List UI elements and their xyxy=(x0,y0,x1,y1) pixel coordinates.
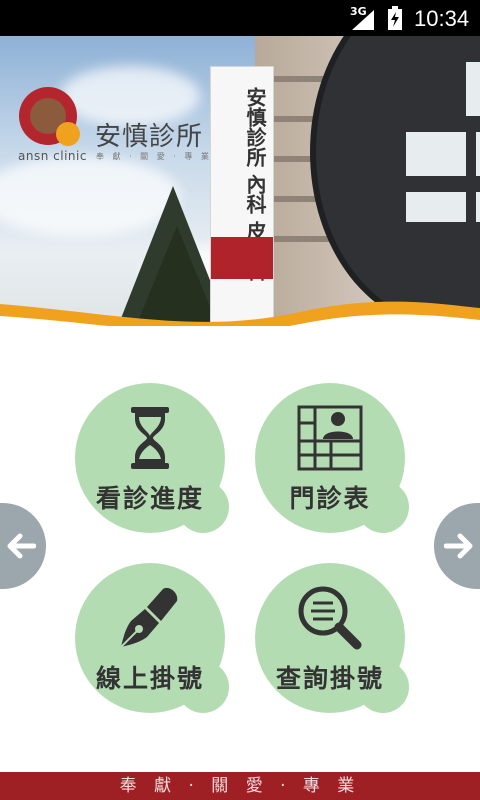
schedule-button[interactable]: 門診表 xyxy=(255,383,409,533)
query-registration-label: 查詢掛號 xyxy=(275,664,384,693)
query-registration-button[interactable]: 查詢掛號 xyxy=(255,563,409,713)
next-page-button[interactable] xyxy=(434,503,480,589)
brand-tagline: 奉 獻 · 關 愛 · 專 業 xyxy=(96,152,212,161)
status-bar: 3G 10:34 xyxy=(0,0,480,36)
magnifier-icon xyxy=(298,586,362,650)
logo-text: ansn clinic xyxy=(18,149,87,163)
footer-tagline: 奉 獻 · 關 愛 · 專 業 xyxy=(0,772,480,800)
orange-wave xyxy=(0,301,480,326)
clinic-logo xyxy=(19,87,80,146)
fountain-pen-icon xyxy=(120,587,178,648)
clock: 10:34 xyxy=(414,6,470,31)
schedule-label: 門診表 xyxy=(289,484,371,513)
online-registration-label: 線上掛號 xyxy=(95,664,204,693)
clinic-sign: 安慎診所 內科 皮膚科 xyxy=(210,66,274,326)
online-registration-button[interactable]: 線上掛號 xyxy=(75,563,229,713)
arrow-right-icon xyxy=(444,533,473,559)
brand-name: 安慎診所 xyxy=(95,122,204,152)
arrow-left-icon xyxy=(7,533,36,559)
hero-banner: 安慎診所 內科 皮膚科 ansn clinic 安慎診所 奉 獻 · 關 愛 ·… xyxy=(0,36,480,326)
schedule-grid-icon xyxy=(297,405,363,471)
hourglass-icon xyxy=(131,407,169,469)
signal-icon xyxy=(352,10,374,30)
progress-label: 看診進度 xyxy=(95,484,204,513)
battery-icon xyxy=(388,6,402,30)
progress-button[interactable]: 看診進度 xyxy=(75,383,229,533)
prev-page-button[interactable] xyxy=(0,503,46,589)
